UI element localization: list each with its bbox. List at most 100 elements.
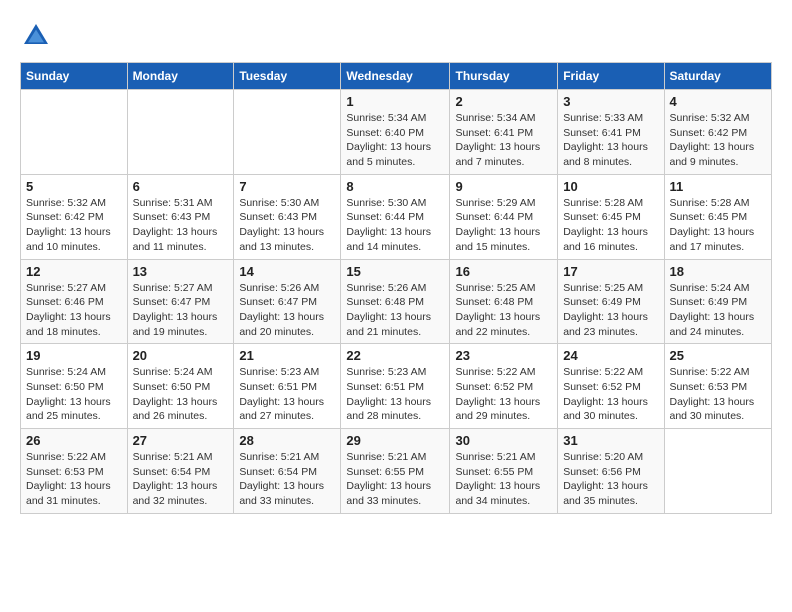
calendar-cell: 11 Sunrise: 5:28 AM Sunset: 6:45 PM Dayli… (664, 174, 772, 259)
day-number: 9 (455, 179, 552, 194)
day-number: 11 (670, 179, 767, 194)
calendar-cell: 1 Sunrise: 5:34 AM Sunset: 6:40 PM Daylig… (341, 90, 450, 175)
calendar-cell: 16 Sunrise: 5:25 AM Sunset: 6:48 PM Dayli… (450, 259, 558, 344)
calendar-cell: 30Sunrise: 5:21 AM Sunset: 6:55 PM Dayli… (450, 429, 558, 514)
day-number: 30 (455, 433, 552, 448)
calendar-cell: 15 Sunrise: 5:26 AM Sunset: 6:48 PM Dayli… (341, 259, 450, 344)
day-info: Sunrise: 5:22 AM Sunset: 6:52 PM Dayligh… (563, 365, 658, 424)
calendar-cell: 9 Sunrise: 5:29 AM Sunset: 6:44 PM Daylig… (450, 174, 558, 259)
calendar-week-row: 26 Sunrise: 5:22 AM Sunset: 6:53 PM Dayli… (21, 429, 772, 514)
calendar-cell: 2 Sunrise: 5:34 AM Sunset: 6:41 PM Daylig… (450, 90, 558, 175)
calendar-cell: 6 Sunrise: 5:31 AM Sunset: 6:43 PM Daylig… (127, 174, 234, 259)
column-header-saturday: Saturday (664, 63, 772, 90)
day-number: 19 (26, 348, 122, 363)
calendar-week-row: 12 Sunrise: 5:27 AM Sunset: 6:46 PM Dayli… (21, 259, 772, 344)
day-info: Sunrise: 5:28 AM Sunset: 6:45 PM Dayligh… (563, 196, 658, 255)
day-number: 6 (133, 179, 229, 194)
day-info: Sunrise: 5:25 AM Sunset: 6:48 PM Dayligh… (455, 281, 552, 340)
day-number: 25 (670, 348, 767, 363)
calendar-cell: 23 Sunrise: 5:22 AM Sunset: 6:52 PM Dayli… (450, 344, 558, 429)
day-info: Sunrise: 5:22 AM Sunset: 6:52 PM Dayligh… (455, 365, 552, 424)
day-info: Sunrise: 5:27 AM Sunset: 6:46 PM Dayligh… (26, 281, 122, 340)
day-number: 29 (346, 433, 444, 448)
logo-icon (20, 20, 52, 52)
page-header (20, 20, 772, 52)
column-header-tuesday: Tuesday (234, 63, 341, 90)
calendar-cell: 27 Sunrise: 5:21 AM Sunset: 6:54 PM Dayli… (127, 429, 234, 514)
day-info: Sunrise: 5:24 AM Sunset: 6:50 PM Dayligh… (133, 365, 229, 424)
calendar-cell (21, 90, 128, 175)
day-info: Sunrise: 5:22 AM Sunset: 6:53 PM Dayligh… (670, 365, 767, 424)
calendar-week-row: 5 Sunrise: 5:32 AM Sunset: 6:42 PM Daylig… (21, 174, 772, 259)
calendar-cell: 28Sunrise: 5:21 AM Sunset: 6:54 PM Dayli… (234, 429, 341, 514)
day-info: Sunrise: 5:25 AM Sunset: 6:49 PM Dayligh… (563, 281, 658, 340)
day-number: 18 (670, 264, 767, 279)
calendar-cell: 7Sunrise: 5:30 AM Sunset: 6:43 PM Daylig… (234, 174, 341, 259)
column-header-monday: Monday (127, 63, 234, 90)
day-info: Sunrise: 5:21 AM Sunset: 6:54 PM Dayligh… (133, 450, 229, 509)
day-info: Sunrise: 5:21 AM Sunset: 6:55 PM Dayligh… (346, 450, 444, 509)
column-header-thursday: Thursday (450, 63, 558, 90)
day-number: 24 (563, 348, 658, 363)
day-number: 21 (239, 348, 335, 363)
day-number: 31 (563, 433, 658, 448)
day-number: 22 (346, 348, 444, 363)
column-header-wednesday: Wednesday (341, 63, 450, 90)
calendar-cell: 17 Sunrise: 5:25 AM Sunset: 6:49 PM Dayli… (558, 259, 664, 344)
day-info: Sunrise: 5:20 AM Sunset: 6:56 PM Dayligh… (563, 450, 658, 509)
day-number: 12 (26, 264, 122, 279)
day-info: Sunrise: 5:32 AM Sunset: 6:42 PM Dayligh… (26, 196, 122, 255)
calendar-cell: 18 Sunrise: 5:24 AM Sunset: 6:49 PM Dayli… (664, 259, 772, 344)
day-info: Sunrise: 5:22 AM Sunset: 6:53 PM Dayligh… (26, 450, 122, 509)
day-number: 27 (133, 433, 229, 448)
day-info: Sunrise: 5:24 AM Sunset: 6:50 PM Dayligh… (26, 365, 122, 424)
day-number: 23 (455, 348, 552, 363)
calendar-cell: 31 Sunrise: 5:20 AM Sunset: 6:56 PM Dayli… (558, 429, 664, 514)
day-number: 26 (26, 433, 122, 448)
calendar-cell: 5 Sunrise: 5:32 AM Sunset: 6:42 PM Daylig… (21, 174, 128, 259)
calendar-cell: 21 Sunrise: 5:23 AM Sunset: 6:51 PM Dayli… (234, 344, 341, 429)
calendar-cell: 8 Sunrise: 5:30 AM Sunset: 6:44 PM Daylig… (341, 174, 450, 259)
day-number: 14 (239, 264, 335, 279)
day-number: 5 (26, 179, 122, 194)
calendar-cell: 25 Sunrise: 5:22 AM Sunset: 6:53 PM Dayli… (664, 344, 772, 429)
day-info: Sunrise: 5:28 AM Sunset: 6:45 PM Dayligh… (670, 196, 767, 255)
day-info: Sunrise: 5:31 AM Sunset: 6:43 PM Dayligh… (133, 196, 229, 255)
day-number: 4 (670, 94, 767, 109)
day-info: Sunrise: 5:24 AM Sunset: 6:49 PM Dayligh… (670, 281, 767, 340)
calendar-cell: 22Sunrise: 5:23 AM Sunset: 6:51 PM Dayli… (341, 344, 450, 429)
calendar-cell (664, 429, 772, 514)
day-info: Sunrise: 5:34 AM Sunset: 6:41 PM Dayligh… (455, 111, 552, 170)
calendar-week-row: 19 Sunrise: 5:24 AM Sunset: 6:50 PM Dayli… (21, 344, 772, 429)
day-info: Sunrise: 5:26 AM Sunset: 6:48 PM Dayligh… (346, 281, 444, 340)
calendar-cell: 12 Sunrise: 5:27 AM Sunset: 6:46 PM Dayli… (21, 259, 128, 344)
day-info: Sunrise: 5:30 AM Sunset: 6:44 PM Dayligh… (346, 196, 444, 255)
calendar-cell: 29 Sunrise: 5:21 AM Sunset: 6:55 PM Dayli… (341, 429, 450, 514)
calendar-cell (234, 90, 341, 175)
day-info: Sunrise: 5:29 AM Sunset: 6:44 PM Dayligh… (455, 196, 552, 255)
calendar-cell: 14Sunrise: 5:26 AM Sunset: 6:47 PM Dayli… (234, 259, 341, 344)
day-number: 2 (455, 94, 552, 109)
day-number: 15 (346, 264, 444, 279)
day-info: Sunrise: 5:34 AM Sunset: 6:40 PM Dayligh… (346, 111, 444, 170)
calendar-cell: 20 Sunrise: 5:24 AM Sunset: 6:50 PM Dayli… (127, 344, 234, 429)
logo (20, 20, 58, 52)
day-number: 20 (133, 348, 229, 363)
day-number: 28 (239, 433, 335, 448)
day-number: 8 (346, 179, 444, 194)
calendar-cell (127, 90, 234, 175)
column-header-sunday: Sunday (21, 63, 128, 90)
day-number: 1 (346, 94, 444, 109)
day-info: Sunrise: 5:32 AM Sunset: 6:42 PM Dayligh… (670, 111, 767, 170)
day-number: 17 (563, 264, 658, 279)
calendar-table: SundayMondayTuesdayWednesdayThursdayFrid… (20, 62, 772, 514)
calendar-cell: 13Sunrise: 5:27 AM Sunset: 6:47 PM Dayli… (127, 259, 234, 344)
day-info: Sunrise: 5:23 AM Sunset: 6:51 PM Dayligh… (239, 365, 335, 424)
day-number: 16 (455, 264, 552, 279)
calendar-week-row: 1 Sunrise: 5:34 AM Sunset: 6:40 PM Daylig… (21, 90, 772, 175)
calendar-cell: 4 Sunrise: 5:32 AM Sunset: 6:42 PM Daylig… (664, 90, 772, 175)
calendar-header-row: SundayMondayTuesdayWednesdayThursdayFrid… (21, 63, 772, 90)
calendar-cell: 19 Sunrise: 5:24 AM Sunset: 6:50 PM Dayli… (21, 344, 128, 429)
day-number: 7 (239, 179, 335, 194)
column-header-friday: Friday (558, 63, 664, 90)
